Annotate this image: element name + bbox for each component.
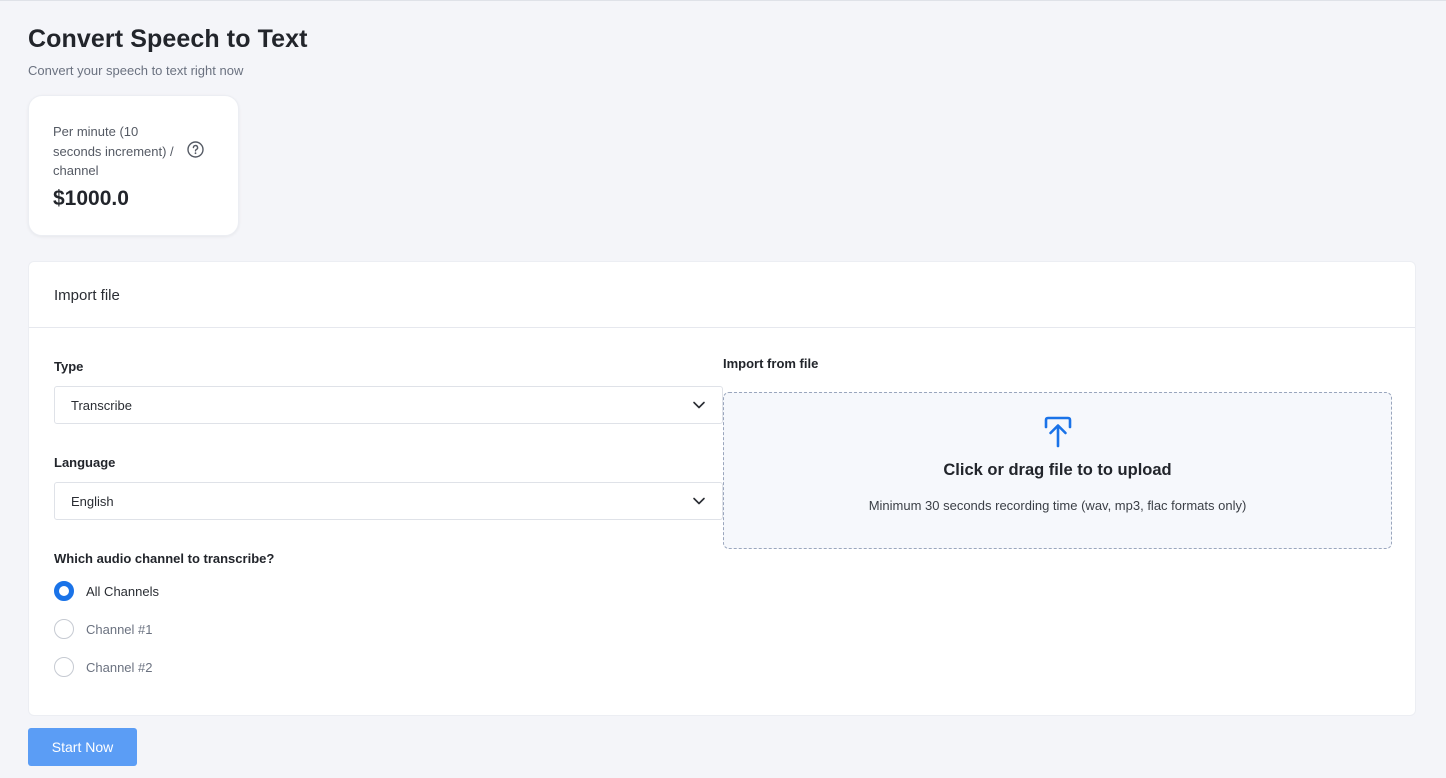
start-now-button[interactable]: Start Now (28, 728, 137, 766)
dropzone-title: Click or drag file to to upload (943, 461, 1172, 479)
price-value: $1000.0 (53, 186, 129, 210)
language-select-value: English (71, 493, 114, 509)
radio-label: All Channels (86, 583, 159, 599)
radio-channel-1[interactable]: Channel #1 (54, 619, 153, 639)
price-card: Per minute (10 seconds increment) / chan… (28, 95, 239, 236)
chevron-down-icon (692, 398, 706, 412)
price-label: Per minute (10 seconds increment) / chan… (53, 124, 174, 178)
page-subtitle: Convert your speech to text right now (28, 63, 244, 78)
language-select[interactable]: English (54, 482, 723, 520)
radio-all-channels[interactable]: All Channels (54, 581, 159, 601)
panel-title: Import file (29, 262, 1415, 328)
import-panel: Import file Type Transcribe Language Eng… (28, 261, 1416, 716)
dropzone-label: Import from file (723, 356, 819, 371)
type-select[interactable]: Transcribe (54, 386, 723, 424)
radio-label: Channel #2 (86, 659, 153, 675)
language-label: Language (54, 455, 116, 470)
page-title: Convert Speech to Text (28, 25, 308, 53)
dropzone-hint: Minimum 30 seconds recording time (wav, … (868, 498, 1247, 513)
chevron-down-icon (692, 494, 706, 508)
channel-question: Which audio channel to transcribe? (54, 551, 275, 566)
radio-button[interactable] (54, 619, 74, 639)
radio-button[interactable] (54, 657, 74, 677)
upload-arrow-icon (1042, 415, 1074, 449)
radio-button[interactable] (54, 581, 74, 601)
radio-label: Channel #1 (86, 621, 153, 637)
file-dropzone[interactable]: Click or drag file to to upload Minimum … (723, 392, 1392, 549)
question-circle-icon[interactable] (187, 141, 204, 158)
radio-channel-2[interactable]: Channel #2 (54, 657, 153, 677)
type-label: Type (54, 359, 84, 374)
type-select-value: Transcribe (71, 397, 132, 413)
